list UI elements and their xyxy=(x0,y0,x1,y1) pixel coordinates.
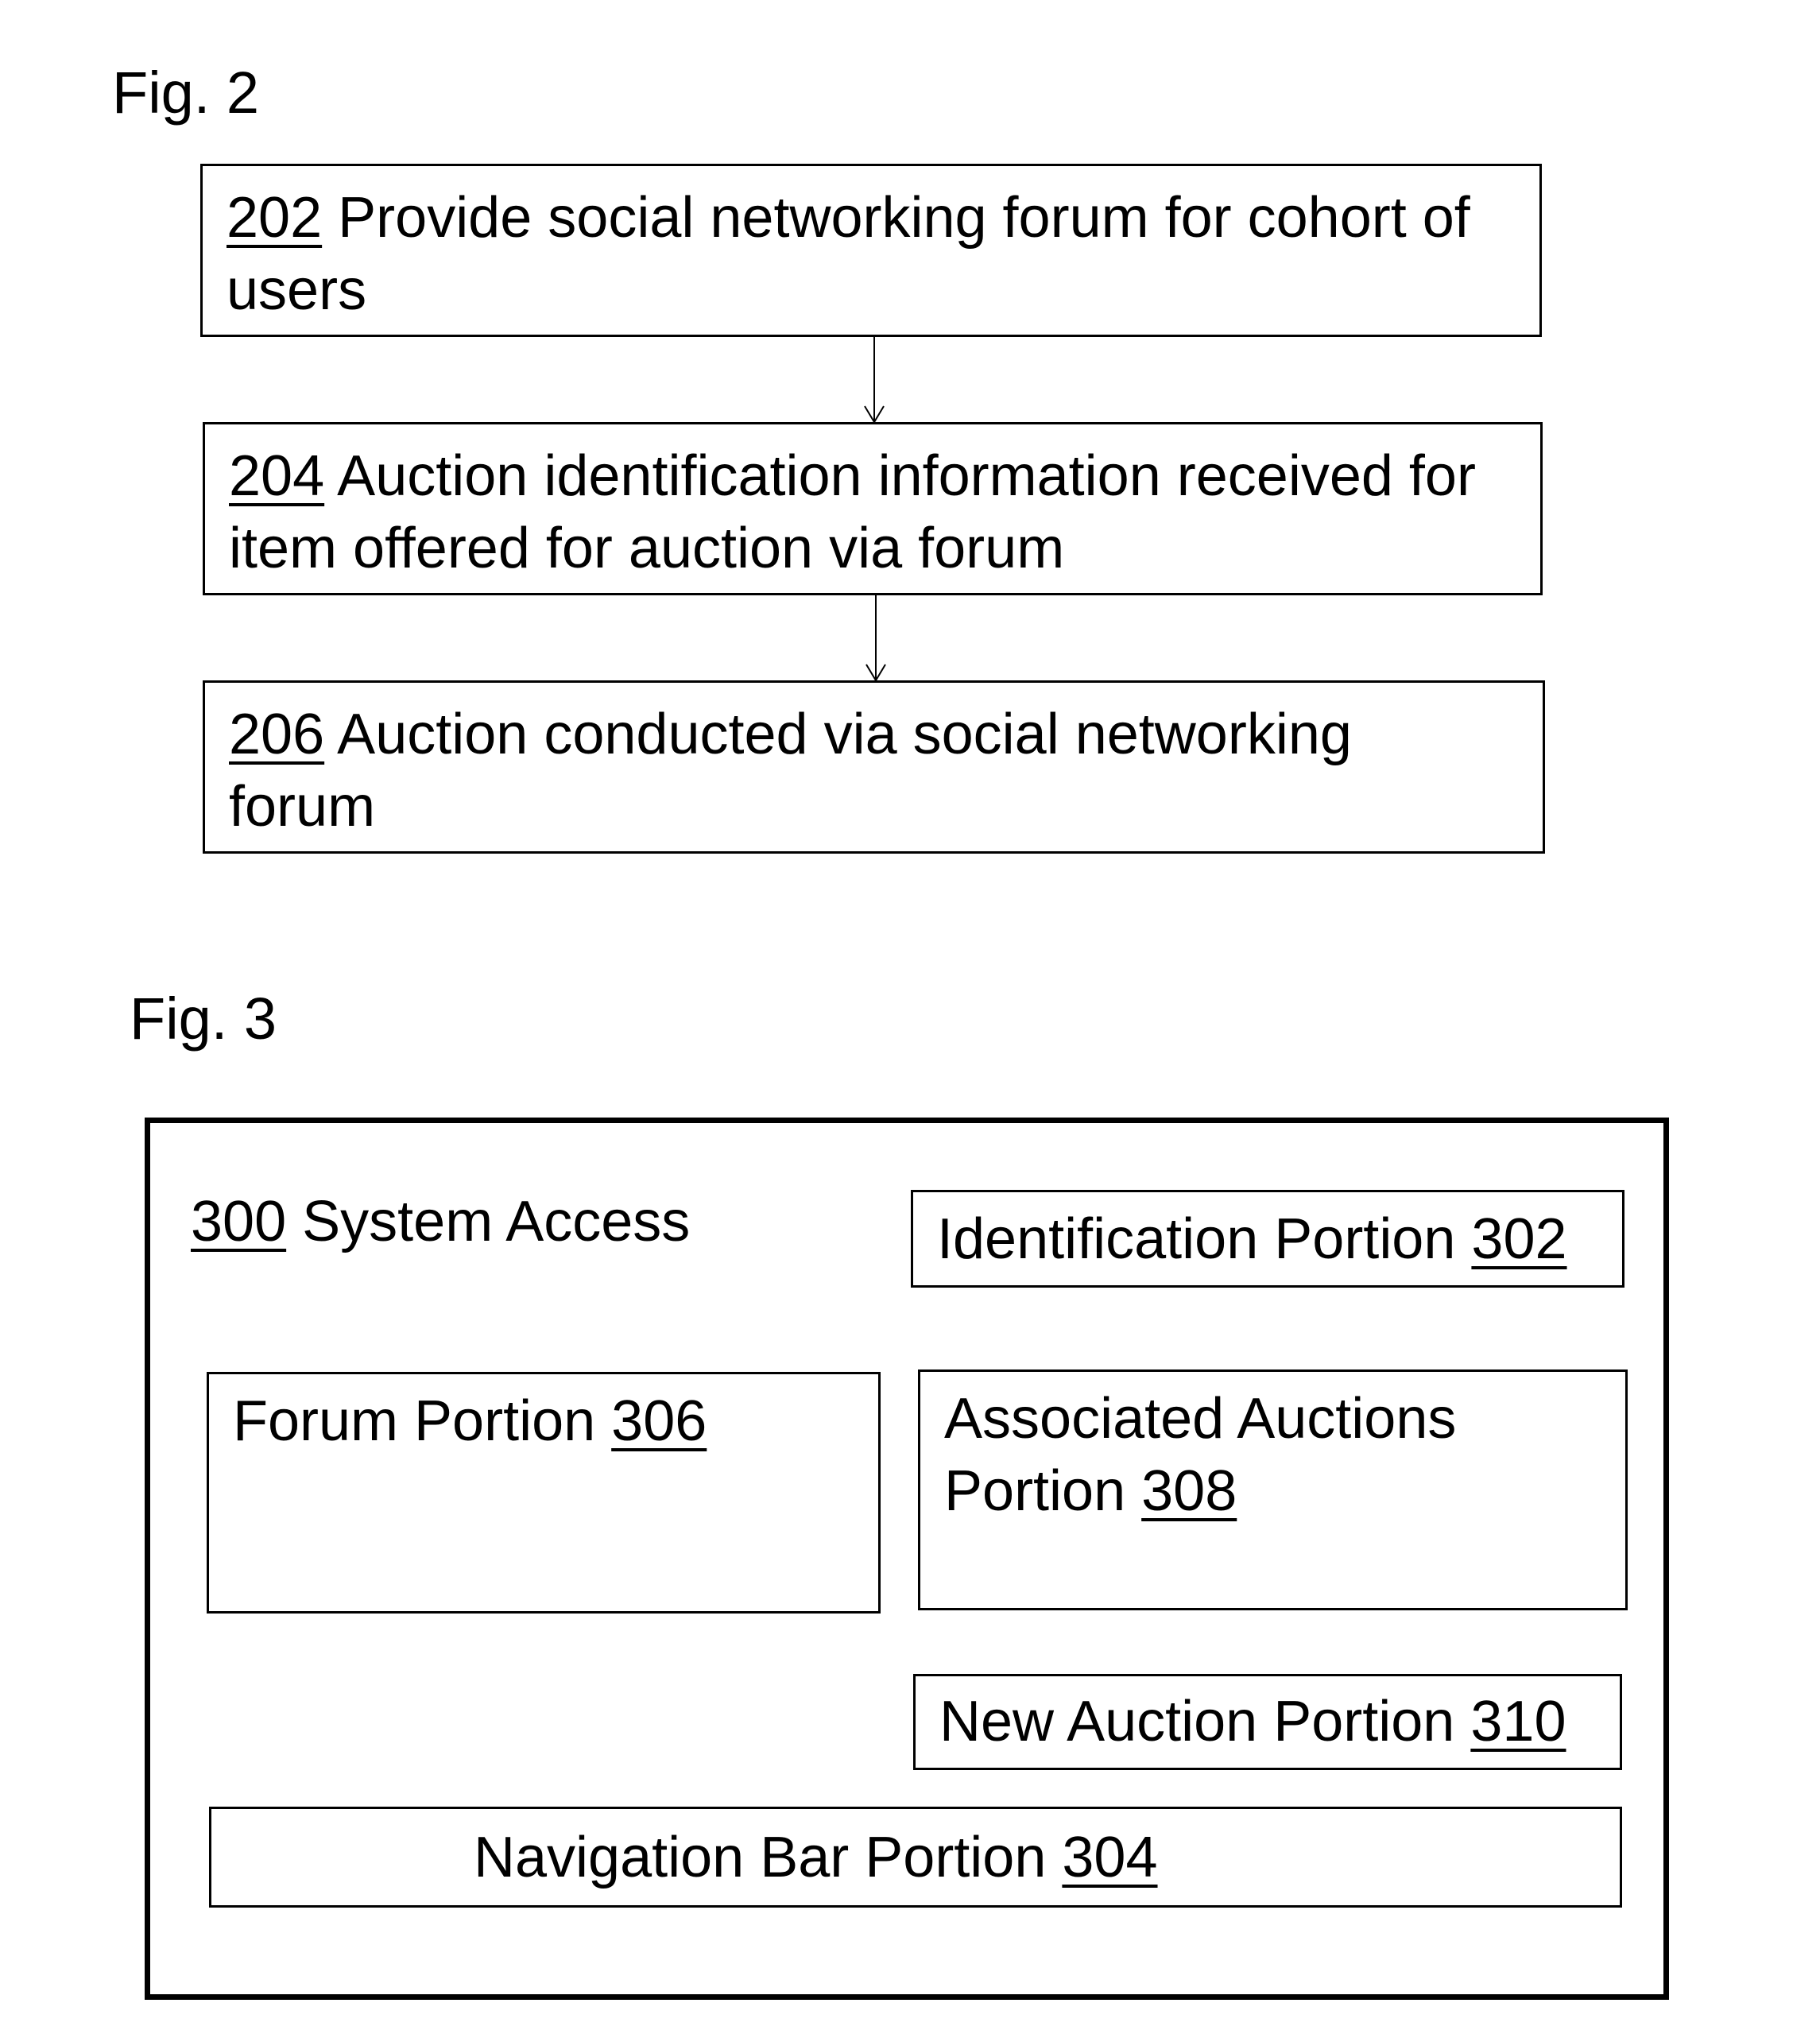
navigation-bar-portion: Navigation Bar Portion 304 xyxy=(209,1807,1622,1908)
ref-number: 310 xyxy=(1470,1690,1566,1753)
ref-number: 304 xyxy=(1062,1826,1158,1889)
step-text: Provide social networking forum for coho… xyxy=(227,186,1486,322)
flow-step-206-text: 206 Auction conducted via social network… xyxy=(229,699,1469,843)
ref-number: 302 xyxy=(1471,1207,1567,1271)
forum-portion-label: Forum Portion 306 xyxy=(233,1385,707,1458)
ref-number: 300 xyxy=(191,1190,287,1253)
portion-text: Navigation Bar Portion xyxy=(474,1826,1063,1889)
flow-arrow-2 xyxy=(865,595,886,682)
flow-step-204-text: 204 Auction identification information r… xyxy=(229,440,1532,585)
system-access-title: 300 System Access xyxy=(191,1186,690,1258)
identification-portion: Identification Portion 302 xyxy=(911,1190,1624,1288)
system-access-text: System Access xyxy=(286,1190,691,1253)
ref-number: 204 xyxy=(229,444,325,508)
forum-portion: Forum Portion 306 xyxy=(207,1372,881,1614)
flow-step-202-text: 202 Provide social networking forum for … xyxy=(227,182,1530,327)
fig2-label: Fig. 2 xyxy=(112,60,260,126)
portion-text: Identification Portion xyxy=(937,1207,1472,1271)
ref-number: 202 xyxy=(227,186,323,250)
new-auction-portion: New Auction Portion 310 xyxy=(913,1674,1622,1770)
ref-number: 308 xyxy=(1141,1459,1237,1523)
flow-step-204: 204 Auction identification information r… xyxy=(203,422,1543,595)
new-auction-portion-label: New Auction Portion 310 xyxy=(939,1686,1566,1758)
step-text: Auction conducted via social networking … xyxy=(229,703,1368,839)
associated-auctions-portion-label: Associated Auctions Portion 308 xyxy=(944,1383,1516,1528)
ref-number: 206 xyxy=(229,703,325,766)
flow-step-202: 202 Provide social networking forum for … xyxy=(200,164,1542,337)
flow-step-206: 206 Auction conducted via social network… xyxy=(203,680,1545,854)
identification-portion-label: Identification Portion 302 xyxy=(937,1203,1567,1276)
portion-text: New Auction Portion xyxy=(939,1690,1471,1753)
navigation-bar-portion-label: Navigation Bar Portion 304 xyxy=(474,1822,1158,1894)
fig3-label: Fig. 3 xyxy=(130,986,277,1052)
portion-text: Forum Portion xyxy=(233,1389,612,1453)
step-text: Auction identification information recei… xyxy=(229,444,1492,580)
flow-arrow-1 xyxy=(864,336,885,424)
ref-number: 306 xyxy=(611,1389,707,1453)
associated-auctions-portion: Associated Auctions Portion 308 xyxy=(918,1369,1628,1610)
